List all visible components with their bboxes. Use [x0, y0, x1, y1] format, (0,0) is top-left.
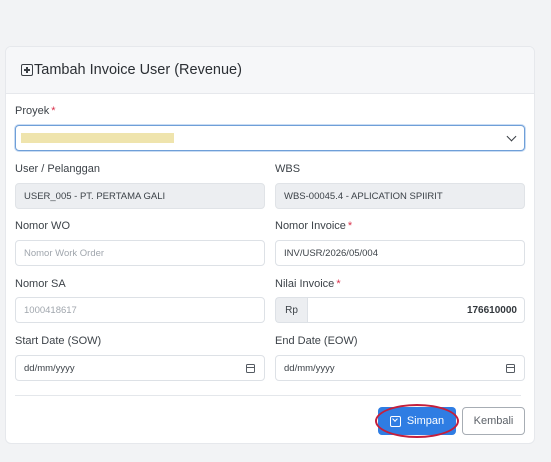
- highlight-ring: [375, 404, 459, 438]
- calendar-icon[interactable]: [506, 364, 515, 373]
- invoice-value-input[interactable]: 176610000: [307, 297, 525, 323]
- required-mark: *: [336, 278, 341, 290]
- back-button[interactable]: Kembali: [462, 407, 525, 435]
- card-header: Tambah Invoice User (Revenue): [6, 47, 534, 94]
- page-title: Tambah Invoice User (Revenue): [34, 62, 242, 78]
- required-mark: *: [347, 220, 353, 232]
- sa-label: Nomor SA: [15, 278, 66, 290]
- proyek-select[interactable]: [15, 125, 525, 151]
- user-field: USER_005 - PT. PERTAMA GALI: [15, 183, 265, 209]
- invoice-form-card: Tambah Invoice User (Revenue) Proyek * Us…: [5, 46, 535, 444]
- wbs-field: WBS-00045.4 - APLICATION SPIIRIT: [275, 183, 525, 209]
- end-date-placeholder: dd/mm/yyyy: [284, 362, 335, 374]
- proyek-label: Proyek *: [15, 105, 56, 117]
- end-date-label: End Date (EOW): [275, 335, 358, 347]
- redacted-project-value: [21, 133, 174, 143]
- wo-label: Nomor WO: [15, 220, 70, 232]
- invoice-number-input[interactable]: INV/USR/2026/05/004: [275, 240, 525, 266]
- start-date-label: Start Date (SOW): [15, 335, 102, 347]
- invoice-number-label: Nomor Invoice *: [275, 220, 353, 232]
- sa-input[interactable]: 1000418617: [15, 297, 265, 323]
- chevron-down-icon: [506, 131, 517, 142]
- wbs-label: WBS: [275, 163, 301, 175]
- currency-prefix: Rp: [275, 297, 307, 323]
- calendar-icon[interactable]: [246, 364, 255, 373]
- required-mark: *: [51, 105, 56, 117]
- user-label: User / Pelanggan: [15, 163, 100, 175]
- wo-input[interactable]: Nomor Work Order: [15, 240, 265, 266]
- start-date-input[interactable]: dd/mm/yyyy: [15, 355, 265, 381]
- start-date-placeholder: dd/mm/yyyy: [24, 362, 75, 374]
- plus-square-icon: [21, 64, 33, 76]
- invoice-value-label: Nilai Invoice *: [275, 278, 341, 290]
- divider: [15, 395, 521, 396]
- end-date-input[interactable]: dd/mm/yyyy: [275, 355, 525, 381]
